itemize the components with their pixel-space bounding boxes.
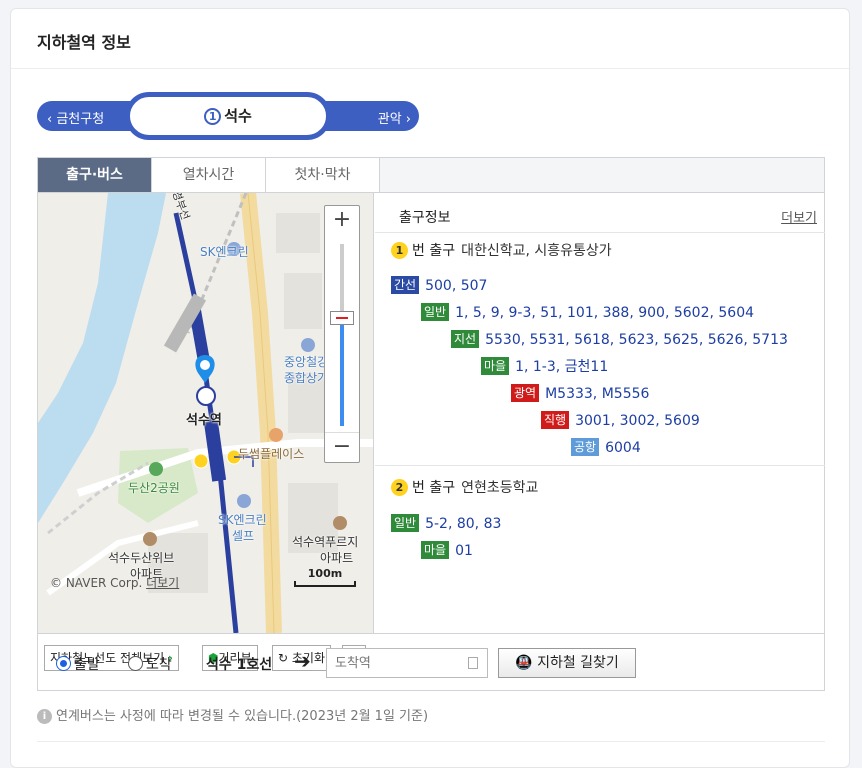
depart-radio[interactable]: 출발 [56, 654, 100, 674]
bus-type-badge: 마을 [481, 357, 510, 375]
bus-routes[interactable]: 1, 1-3, 금천11 [515, 359, 608, 375]
bus-row: 마을 1, 1-3, 금천11 [481, 354, 608, 381]
station-navigator: ‹ 금천구청 관악 › 1 석수 [37, 92, 419, 140]
bus-routes[interactable]: 01 [455, 543, 473, 559]
arrive-radio[interactable]: 도착 [128, 654, 172, 674]
map-copyright: © NAVER Corp. 더보기 [50, 574, 179, 591]
arrive-label: 도착 [146, 657, 172, 673]
bus-row: 마을 01 [421, 538, 473, 565]
exit-number-badge: 1 [391, 242, 408, 259]
radio-unchecked-icon [128, 656, 143, 671]
bus-routes[interactable]: 5-2, 80, 83 [425, 516, 501, 532]
copyright-text: © NAVER Corp. [50, 576, 143, 590]
destination-station-input[interactable] [326, 648, 488, 678]
poi-sk-enclean-2-line2[interactable]: 셀프 [232, 527, 254, 544]
bus-type-badge: 일반 [391, 514, 420, 532]
card-title: 지하철역 정보 [37, 33, 131, 52]
bus-row: 광역 M5333, M5556 [511, 381, 649, 408]
bus-type-badge: 마을 [421, 541, 450, 559]
info-icon: i [37, 709, 52, 724]
exit-divider [375, 465, 825, 466]
copyright-more-link[interactable]: 더보기 [146, 576, 179, 590]
station-map-label[interactable]: 석수역 [186, 409, 222, 428]
subway-route-button[interactable]: 🚇 지하철 길찾기 [498, 648, 636, 678]
tab-train-time[interactable]: 열차시간 [152, 158, 266, 192]
route-button-label: 지하철 길찾기 [537, 655, 619, 671]
exit-label: 번 출구 [412, 480, 456, 496]
tab-exit-bus[interactable]: 출구·버스 [38, 158, 152, 192]
poi-park[interactable]: 두산2공원 [128, 479, 180, 496]
exit-info-panel: 출구정보 더보기 1번 출구 대한신학교, 시흥유통상가 간선 500, 507 일… [375, 193, 825, 633]
bus-row: 직행 3001, 3002, 5609 [541, 408, 700, 435]
bus-routes[interactable]: 1, 5, 9, 9-3, 51, 101, 388, 900, 5602, 5… [455, 305, 754, 321]
poi-apt2-line1[interactable]: 석수역푸르지 [292, 533, 358, 550]
bus-routes[interactable]: 5530, 5531, 5618, 5623, 5625, 5626, 5713 [485, 332, 788, 348]
zoom-slider-handle[interactable] [330, 311, 354, 325]
arrow-right-icon: ➔ [294, 649, 311, 673]
poi-apt1-line1[interactable]: 석수두산위브 [108, 549, 174, 566]
tab-bar: 출구·버스 열차시간 첫차·막차 [38, 158, 824, 193]
station-map[interactable]: SK엔크린 중앙철강 종합상가 석수역 두썸플레이스 두산2공원 SK엔크린 셀… [38, 193, 374, 633]
exit-info-more-link[interactable]: 더보기 [781, 207, 817, 226]
current-station-name: 석수 [224, 107, 252, 125]
tab-bar-fill [380, 158, 824, 192]
exit-1-header: 1번 출구 대한신학교, 시흥유통상가 [391, 237, 612, 265]
notice-text: 연계버스는 사정에 따라 변경될 수 있습니다.(2023년 2월 1일 기준) [56, 709, 429, 724]
main-road [240, 193, 282, 633]
depart-label: 출발 [74, 657, 100, 673]
train-icon: 🚇 [515, 655, 533, 671]
notice: i 연계버스는 사정에 따라 변경될 수 있습니다.(2023년 2월 1일 기준… [37, 705, 428, 724]
bus-type-badge: 지선 [451, 330, 480, 348]
zoom-control: + − [324, 205, 360, 463]
scale-label: 100m [307, 567, 343, 580]
bus-row: 간선 500, 507 [391, 273, 487, 300]
zoom-track-fill [340, 318, 344, 426]
radio-checked-icon [56, 656, 71, 671]
zoom-out-button[interactable]: − [325, 432, 359, 462]
exit-info-title: 출구정보 [399, 210, 451, 226]
poi-dusseum[interactable]: 두썸플레이스 [238, 445, 304, 462]
bus-type-badge: 간선 [391, 276, 420, 294]
card-header: 지하철역 정보 [11, 9, 849, 69]
bus-type-badge: 공항 [571, 438, 600, 456]
scale-bar [294, 581, 356, 587]
bus-row: 일반 5-2, 80, 83 [391, 511, 501, 538]
poi-sk-enclean-2-line1[interactable]: SK엔크린 [218, 511, 267, 528]
bus-routes[interactable]: 3001, 3002, 5609 [575, 413, 700, 429]
bus-type-badge: 직행 [541, 411, 570, 429]
current-station: 1 석수 [125, 92, 331, 140]
bus-row: 일반 1, 5, 9, 9-3, 51, 101, 388, 900, 5602,… [421, 300, 754, 327]
poi-apt2-line2[interactable]: 아파트 [320, 549, 353, 566]
exit-1: 1번 출구 대한신학교, 시흥유통상가 [375, 237, 612, 265]
prev-station-link[interactable]: ‹ 금천구청 [47, 108, 104, 127]
line-number-badge: 1 [204, 108, 222, 125]
bus-routes[interactable]: M5333, M5556 [545, 386, 649, 402]
station-panel: 출구·버스 열차시간 첫차·막차 SK엔크린 중앙철강 종합상가 석수역 두썸플… [37, 157, 825, 691]
bus-row: 지선 5530, 5531, 5618, 5623, 5625, 5626, 57… [451, 327, 788, 354]
bus-row: 공항 6004 [571, 435, 641, 462]
subway-info-card: 지하철역 정보 ‹ 금천구청 관악 › 1 석수 출구·버스 열차시간 첫차·막차 [10, 8, 850, 768]
bus-routes[interactable]: 500, 507 [425, 278, 487, 294]
exit-label: 번 출구 [412, 243, 456, 259]
exit-2-header: 2번 출구 연현초등학교 [391, 474, 538, 502]
bottom-divider [37, 741, 825, 742]
poi-building-line2[interactable]: 종합상가 [284, 369, 328, 386]
poi-building-line1[interactable]: 중앙철강 [284, 353, 328, 370]
keyboard-icon[interactable] [468, 657, 478, 669]
next-station-link[interactable]: 관악 › [378, 108, 411, 127]
poi-sk-enclean-1[interactable]: SK엔크린 [200, 243, 249, 260]
bus-type-badge: 광역 [511, 384, 540, 402]
zoom-in-button[interactable]: + [325, 206, 359, 236]
exit-destinations: 대한신학교, 시흥유통상가 [461, 243, 612, 259]
exit-number-badge: 2 [391, 479, 408, 496]
exit-info-header: 출구정보 더보기 [375, 193, 825, 233]
map-scale: 100m [294, 567, 356, 587]
route-station-line: 석수 1호선 [206, 657, 273, 673]
route-search-bar: 출발 도착 석수 1호선 ➔ 🚇 지하철 길찾기 [38, 633, 824, 691]
exit-destinations: 연현초등학교 [461, 480, 539, 496]
tab-first-last[interactable]: 첫차·막차 [266, 158, 380, 192]
bus-type-badge: 일반 [421, 303, 450, 321]
bus-routes[interactable]: 6004 [605, 440, 641, 456]
exit-2: 2번 출구 연현초등학교 [375, 474, 538, 502]
